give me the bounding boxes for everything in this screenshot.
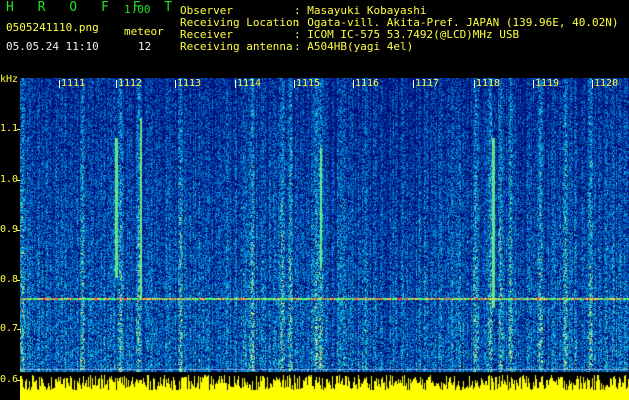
file-name: 0505241110.png [6, 21, 99, 34]
header-panel: H R O F F T 1.00 0505241110.png meteor 0… [0, 0, 629, 78]
x-tick-mark [533, 80, 534, 88]
x-tick-mark [294, 80, 295, 88]
x-tick-mark [59, 80, 60, 88]
x-tick-label: 1120 [594, 78, 619, 89]
y-tick-mark [17, 230, 20, 231]
x-tick-label: 1115 [296, 78, 321, 89]
mode-label: meteor [124, 25, 164, 38]
app-title: H R O F F T [6, 0, 181, 15]
antenna-label: Receiving antenna [180, 40, 293, 53]
y-tick-mark [17, 329, 20, 330]
x-tick-mark [235, 80, 236, 88]
x-tick-label: 1117 [415, 78, 440, 89]
x-tick-mark [474, 80, 475, 88]
y-tick-mark [17, 380, 20, 381]
x-tick-label: 1118 [476, 78, 501, 89]
x-tick-label: 1114 [237, 78, 262, 89]
y-tick-mark [17, 129, 20, 130]
spectrogram-canvas [20, 78, 629, 400]
x-tick-label: 1112 [118, 78, 143, 89]
y-tick-mark [17, 280, 20, 281]
spectrogram-panel [20, 78, 629, 400]
x-tick-mark [175, 80, 176, 88]
x-tick-mark [116, 80, 117, 88]
y-axis-unit: kHz [0, 74, 19, 85]
frequency-axis: 1.1 1.0 0.9 0.8 0.7 0.6 [0, 78, 20, 400]
x-tick-mark [413, 80, 414, 88]
x-tick-label: 1119 [535, 78, 560, 89]
x-tick-label: 1111 [61, 78, 86, 89]
antenna-value: : A504HB(yagi 4el) [294, 40, 414, 53]
x-tick-mark [592, 80, 593, 88]
date-time: 05.05.24 11:10 [6, 40, 99, 53]
app-version: 1.00 [124, 3, 151, 16]
x-tick-label: 1116 [355, 78, 380, 89]
x-tick-label: 1113 [177, 78, 202, 89]
x-tick-mark [353, 80, 354, 88]
y-tick-mark [17, 180, 20, 181]
meteor-count: 12 [138, 40, 152, 53]
